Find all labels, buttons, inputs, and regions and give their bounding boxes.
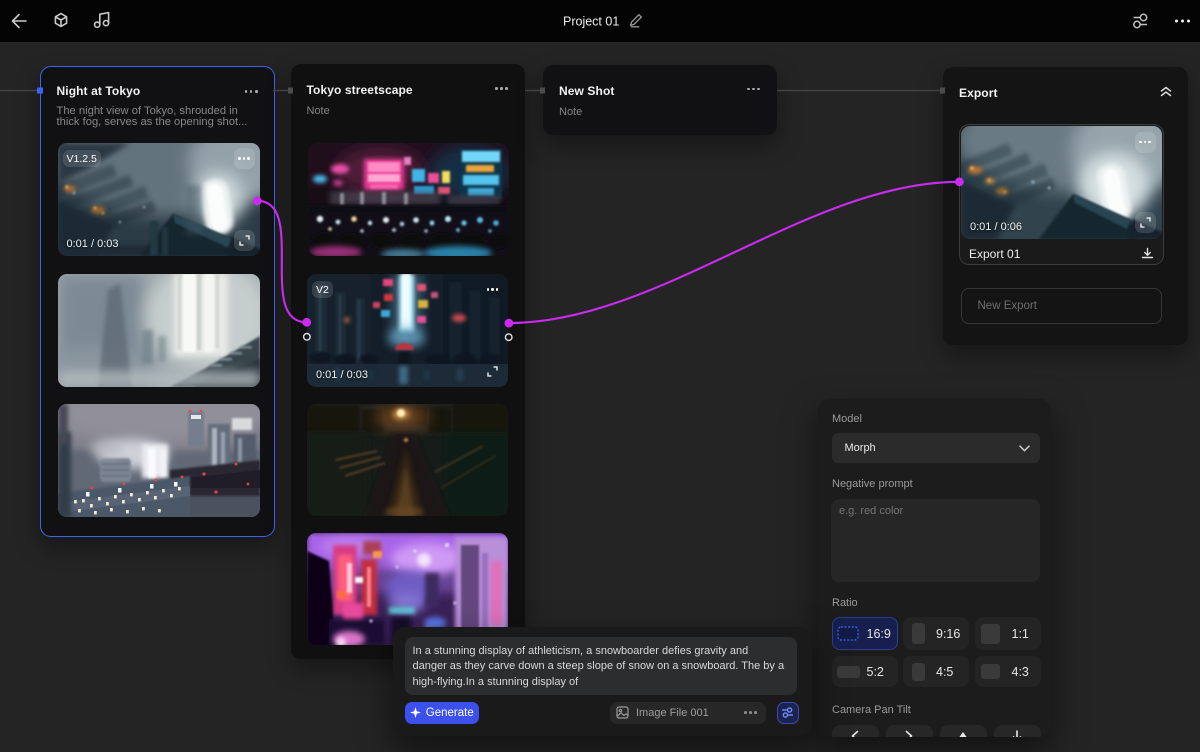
- svg-text:Project 01: Project 01: [563, 15, 619, 29]
